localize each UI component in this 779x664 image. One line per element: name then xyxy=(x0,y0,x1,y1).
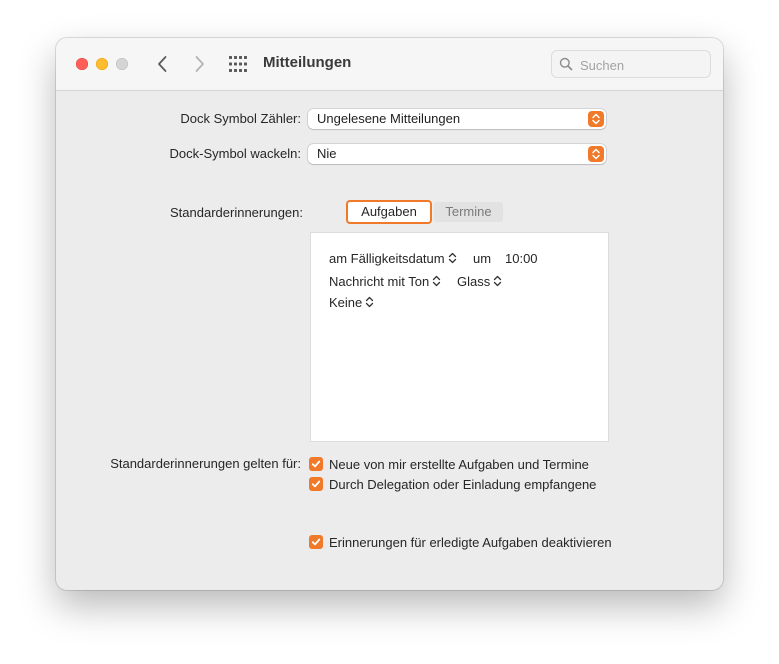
updown-arrows-icon xyxy=(588,111,604,127)
checkmark-icon xyxy=(311,538,321,546)
second-alert-popup[interactable]: Keine xyxy=(329,295,374,310)
search-input[interactable] xyxy=(578,54,708,76)
close-button[interactable] xyxy=(76,58,88,70)
checkmark-icon xyxy=(311,460,321,468)
chevron-right-icon xyxy=(195,56,204,72)
checkmark-icon xyxy=(311,480,321,488)
dock-bounce-label: Dock-Symbol wackeln: xyxy=(169,146,302,161)
sound-value: Glass xyxy=(457,274,491,289)
when-popup[interactable]: am Fälligkeitsdatum xyxy=(329,251,457,266)
sound-popup[interactable]: Glass xyxy=(457,274,502,289)
minimize-button[interactable] xyxy=(96,58,108,70)
back-button[interactable] xyxy=(152,52,174,76)
window-title: Mitteilungen xyxy=(263,54,352,71)
disable-completed-checkbox[interactable] xyxy=(309,535,323,549)
tab-termine[interactable]: Termine xyxy=(434,202,503,222)
alert-type-popup[interactable]: Nachricht mit Ton xyxy=(329,274,441,289)
tab-aufgaben[interactable]: Aufgaben xyxy=(348,202,430,222)
default-reminders-label: Standarderinnerungen: xyxy=(170,205,303,220)
show-all-button[interactable] xyxy=(228,55,248,73)
delegated-items-checkbox[interactable] xyxy=(309,477,323,491)
dock-bounce-value: Nie xyxy=(317,146,337,161)
grid-icon xyxy=(229,56,247,72)
updown-chevron-icon xyxy=(448,252,456,264)
search-icon xyxy=(559,57,573,71)
second-alert-value: Keine xyxy=(329,295,363,310)
new-items-checkbox[interactable] xyxy=(309,457,323,471)
updown-chevron-icon xyxy=(366,296,374,308)
dock-badge-popup[interactable]: Ungelesene Mitteilungen xyxy=(308,109,606,129)
dock-badge-value: Ungelesene Mitteilungen xyxy=(317,111,461,126)
time-field[interactable]: 10:00 xyxy=(505,251,538,266)
new-items-label: Neue von mir erstellte Aufgaben und Term… xyxy=(329,457,589,472)
disable-completed-label: Erinnerungen für erledigte Aufgaben deak… xyxy=(329,535,612,550)
updown-chevron-icon xyxy=(494,275,502,287)
chevron-left-icon xyxy=(158,56,167,72)
dock-bounce-popup[interactable]: Nie xyxy=(308,144,606,164)
at-label: um xyxy=(473,251,492,266)
reminder-settings-panel: am Fälligkeitsdatum um 10:00 Nachricht m… xyxy=(310,232,609,442)
apply-to-label: Standarderinnerungen gelten für: xyxy=(110,456,301,471)
titlebar: Mitteilungen xyxy=(56,38,723,91)
dock-badge-label: Dock Symbol Zähler: xyxy=(180,111,301,126)
forward-button[interactable] xyxy=(188,52,210,76)
alert-type-value: Nachricht mit Ton xyxy=(329,274,430,289)
updown-chevron-icon xyxy=(433,275,441,287)
updown-arrows-icon xyxy=(588,146,604,162)
zoom-button[interactable] xyxy=(116,58,128,70)
preferences-window: Mitteilungen Dock Symbol Zähler: Ungeles… xyxy=(56,38,723,590)
search-field[interactable] xyxy=(551,50,711,78)
when-value: am Fälligkeitsdatum xyxy=(329,251,445,266)
delegated-items-label: Durch Delegation oder Einladung empfange… xyxy=(329,477,597,492)
